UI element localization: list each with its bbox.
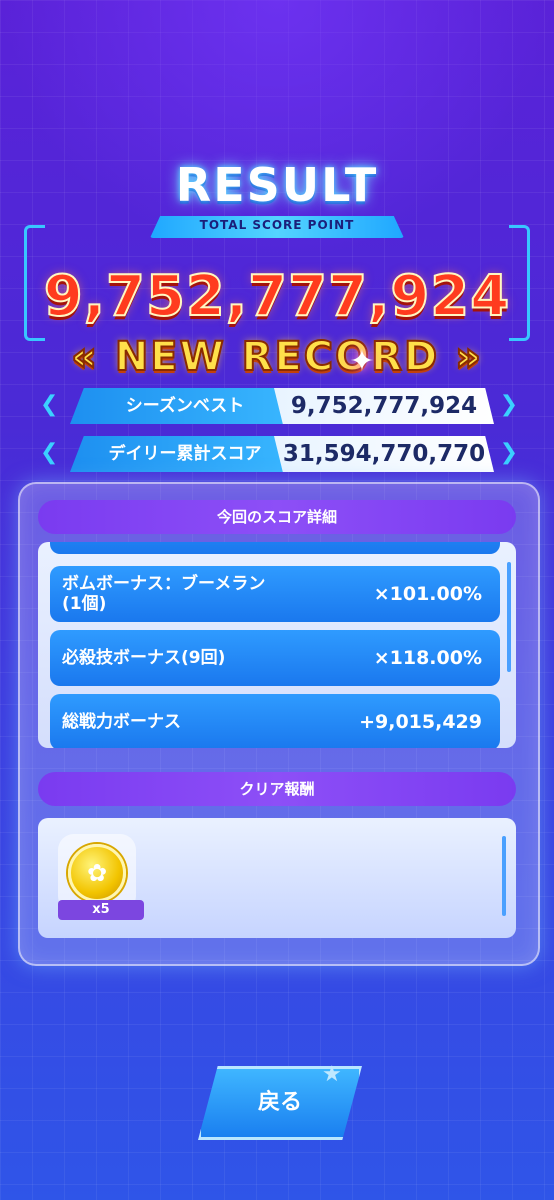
sparkle-icon: ✦ — [349, 344, 375, 379]
score-detail-heading: 今回のスコア詳細 — [38, 500, 516, 534]
score-detail-list[interactable]: ボムボーナス：ブーメラン (1個) ×101.00% 必殺技ボーナス(9回) ×… — [38, 542, 516, 748]
coin-icon: ✿ — [68, 844, 126, 902]
chevron-right-icon: ❯ — [499, 440, 518, 465]
list-item-bomb-bonus: ボムボーナス：ブーメラン (1個) ×101.00% — [50, 566, 500, 622]
chevron-left-icon: ❮ — [40, 392, 59, 417]
score-list-scrollbar[interactable] — [507, 562, 511, 672]
stat-value: 9,752,777,924 — [274, 388, 494, 424]
stat-label: シーズンベスト — [70, 388, 300, 424]
list-item-special-bonus: 必殺技ボーナス(9回) ×118.00% — [50, 630, 500, 686]
stat-value: 31,594,770,770 — [274, 436, 494, 472]
item-value: ×101.00% — [373, 583, 482, 605]
list-item-power-bonus: 総戦力ボーナス +9,015,429 — [50, 694, 500, 748]
item-name: 総戦力ボーナス — [62, 712, 181, 732]
stat-row-daily-total: ❮ デイリー累計スコア 31,594,770,770 ❯ — [40, 436, 518, 472]
stat-label: デイリー累計スコア — [70, 436, 300, 472]
item-value: +9,015,429 — [359, 711, 482, 733]
item-name-sub: (1個) — [62, 594, 107, 614]
item-name: 必殺技ボーナス(9回) — [62, 648, 226, 668]
total-score-subtitle: TOTAL SCORE POINT — [199, 218, 355, 232]
stat-row-season-best: ❮ シーズンベスト 9,752,777,924 ❯ — [40, 388, 518, 424]
reward-count: x5 — [58, 900, 144, 920]
total-score-value: 9,752,777,924 — [43, 263, 511, 330]
item-value: ×118.00% — [373, 647, 482, 669]
clear-reward-list[interactable]: ✿ x5 — [38, 818, 516, 938]
new-record-banner: « NEW RECORD » — [70, 333, 483, 381]
star-icon: ★ — [322, 1062, 342, 1087]
result-title: RESULT — [175, 158, 379, 212]
clear-reward-heading: クリア報酬 — [38, 772, 516, 806]
chevron-left-icon: ❮ — [40, 440, 59, 465]
chevron-right-icon: ❯ — [499, 392, 518, 417]
reward-list-scrollbar[interactable] — [502, 836, 506, 916]
item-name: ボムボーナス：ブーメラン — [62, 574, 266, 594]
list-item-partial — [50, 542, 500, 554]
